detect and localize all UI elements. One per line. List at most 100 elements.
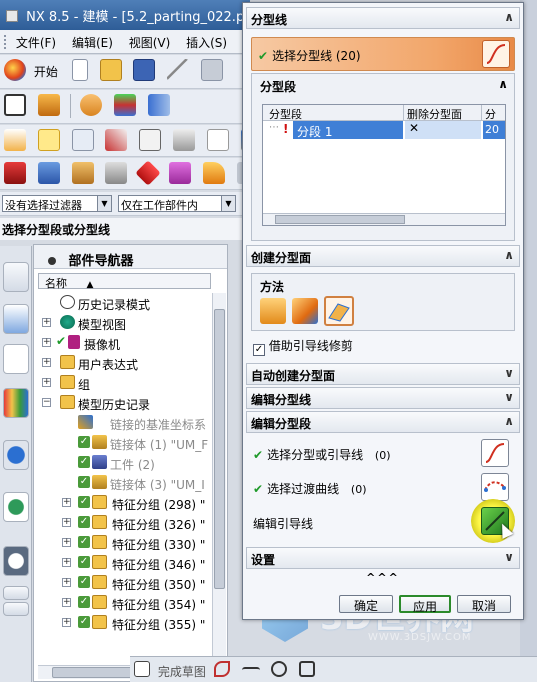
chevron-up-icon[interactable]: ∧ (498, 77, 508, 91)
open-folder-icon[interactable] (99, 59, 122, 81)
sketch-icon[interactable] (4, 94, 26, 116)
tree-node[interactable]: + 用户表达式 (38, 353, 211, 373)
expand-icon[interactable]: + (62, 498, 71, 507)
guide-curve-icon[interactable] (481, 439, 509, 467)
start-menu[interactable]: 开始 (34, 63, 58, 80)
chevron-down-icon[interactable]: ▼ (221, 196, 235, 211)
checkbox[interactable]: ✓ (78, 596, 90, 608)
tree-node[interactable]: + ✓ 特征分组 (354) " (38, 593, 211, 613)
guide-trim-checkbox-row[interactable]: ✓ 借助引导线修剪 (253, 337, 353, 356)
checkbox[interactable]: ✓ (78, 516, 90, 528)
expand-icon[interactable]: + (62, 618, 71, 627)
column-header-name[interactable]: 名称 ▲ (38, 273, 211, 290)
checkbox[interactable]: ✓ (78, 576, 90, 588)
tree-node[interactable]: ✓ 链接体 (1) "UM_F (38, 433, 211, 453)
scroll-thumb[interactable] (52, 667, 142, 678)
curve-select-icon[interactable] (482, 40, 510, 68)
cut-icon[interactable] (167, 59, 190, 81)
mirror-icon[interactable] (37, 129, 60, 151)
gray-block-icon[interactable] (105, 162, 128, 184)
expand-icon[interactable]: + (42, 338, 51, 347)
menu-insert[interactable]: 插入(S) (186, 36, 227, 50)
profile-icon[interactable] (213, 661, 230, 677)
tree-node[interactable]: ✓ 工件 (2) (38, 453, 211, 473)
delete-surface-cell[interactable]: ✕ (405, 121, 481, 139)
checkbox[interactable]: ✓ (78, 496, 90, 508)
chevron-down-icon[interactable]: ∨ (504, 550, 514, 564)
apply-button[interactable]: 应用 (399, 595, 451, 614)
tree-node[interactable]: + 组 (38, 373, 211, 393)
tree-node[interactable]: + ✓ 特征分组 (350) " (38, 573, 211, 593)
expand-icon[interactable]: + (42, 378, 51, 387)
chevron-up-icon[interactable]: ∧ (504, 248, 514, 262)
orange-surface-icon[interactable] (202, 162, 225, 184)
new-file-icon[interactable] (71, 59, 88, 81)
type-filter-select[interactable]: 没有选择过滤器 ▼ (2, 195, 112, 212)
menu-file[interactable]: 文件(F) (16, 36, 56, 50)
circle-icon[interactable] (271, 661, 288, 677)
section-edit-segment[interactable]: 编辑分型段 ∧ (246, 411, 520, 433)
tree-node[interactable]: + ✓ 特征分组 (330) " (38, 533, 211, 553)
orange-block-icon[interactable] (71, 162, 94, 184)
tree-node[interactable]: + ✔ 摄像机 (38, 333, 211, 353)
vertical-scrollbar[interactable] (212, 293, 226, 663)
collapse-icon[interactable]: − (42, 398, 51, 407)
checkbox[interactable]: ✓ (78, 616, 90, 628)
diamond-icon[interactable] (135, 160, 162, 186)
pin-icon[interactable] (48, 257, 56, 265)
horizontal-scrollbar[interactable] (263, 213, 505, 225)
expand-icon[interactable]: + (42, 318, 51, 327)
section-icon[interactable] (173, 129, 196, 151)
section-create-surface[interactable]: 创建分型面 ∧ (246, 245, 520, 267)
tree-node[interactable]: 链接的基准坐标系 (38, 413, 211, 433)
menu-view[interactable]: 视图(V) (129, 36, 171, 50)
feature-icon[interactable] (80, 94, 103, 116)
tree-node[interactable]: + ✓ 特征分组 (298) " (38, 493, 211, 513)
history-clock-icon[interactable] (3, 546, 29, 576)
chevron-up-icon[interactable]: ∧ (504, 414, 514, 428)
col-header-delete-surface[interactable]: 删除分型面 (407, 106, 462, 122)
select-transition-row[interactable]: ✔ 选择过渡曲线 (0) (253, 480, 367, 497)
checkbox[interactable]: ✓ (78, 556, 90, 568)
save-icon[interactable] (133, 59, 156, 81)
solid-red-icon[interactable] (4, 162, 26, 184)
tree-node[interactable]: 历史记录模式 (38, 293, 211, 313)
assembly-navigator-tab[interactable] (3, 262, 29, 292)
guide-trim-checkbox[interactable]: ✓ (253, 344, 265, 356)
section-edit-line[interactable]: 编辑分型线 ∨ (246, 387, 520, 409)
scroll-thumb[interactable] (275, 215, 405, 224)
chevron-down-icon[interactable]: ∨ (504, 366, 514, 380)
checkbox[interactable]: ✓ (78, 456, 90, 468)
expand-icon[interactable]: + (62, 518, 71, 527)
checkbox[interactable]: ✓ (78, 436, 90, 448)
part-navigator-tab[interactable] (3, 344, 29, 374)
rectangle-icon[interactable] (299, 661, 316, 677)
info-icon[interactable] (3, 440, 29, 470)
expand-icon[interactable]: + (62, 558, 71, 567)
csys-icon[interactable] (105, 129, 128, 151)
constraint-navigator-tab[interactable] (3, 304, 29, 334)
blue-block-icon[interactable] (37, 162, 60, 184)
pink-surface-icon[interactable] (169, 162, 192, 184)
col-header-count[interactable]: 分 (485, 106, 496, 122)
section-auto-create[interactable]: 自动创建分型面 ∨ (246, 363, 520, 385)
extrude-icon[interactable] (37, 94, 60, 116)
section-settings[interactable]: 设置 ∨ (246, 547, 520, 569)
scroll-thumb[interactable] (214, 309, 225, 589)
copy-icon[interactable] (200, 59, 223, 81)
table-row[interactable]: ⋯ ! 分段 1 ✕ 20 (263, 121, 505, 139)
select-parting-line-row[interactable]: ✔ 选择分型线 (20) (251, 37, 515, 71)
more-options-toggle[interactable]: ^^^ (243, 571, 523, 584)
scope-filter-select[interactable]: 仅在工作部件内 ▼ (118, 195, 236, 212)
select-guide-row[interactable]: ✔ 选择分型或引导线 (0) (253, 446, 391, 463)
checkbox[interactable]: ✓ (78, 476, 90, 488)
expand-icon[interactable]: + (62, 598, 71, 607)
ok-button[interactable]: 确定 (339, 595, 393, 613)
expand-icon[interactable]: + (62, 538, 71, 547)
section-parting-line[interactable]: 分型线 ∧ (246, 7, 520, 29)
scroll-up-button[interactable] (3, 586, 29, 600)
tree-node[interactable]: + ✓ 特征分组 (326) " (38, 513, 211, 533)
checkbox[interactable]: ✓ (78, 536, 90, 548)
view-icon[interactable] (206, 129, 229, 151)
datum-icon[interactable] (114, 94, 137, 116)
